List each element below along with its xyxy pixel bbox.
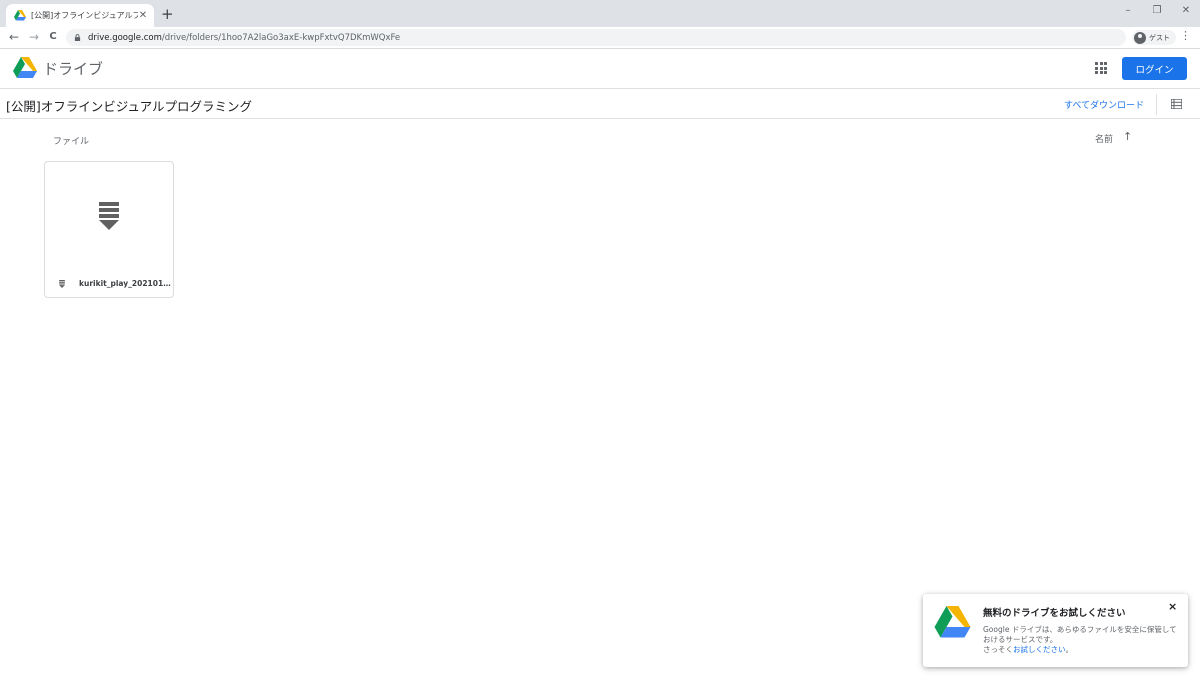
browser-tab[interactable]: [公開]オフラインビジュアルプログラミ ✕ [6,4,154,27]
address-bar[interactable]: drive.google.com/drive/folders/1hoo7A2la… [66,29,1126,46]
file-thumbnail [45,162,173,270]
list-view-icon[interactable] [1171,99,1182,109]
drive-header: ドライブ ログイン [0,50,1200,89]
folder-title: [公開]オフラインビジュアルプログラミング [6,99,253,114]
tab-title: [公開]オフラインビジュアルプログラミ [31,11,138,20]
files-section-label: ファイル [53,137,90,147]
download-all-link[interactable]: すべてダウンロード [1064,98,1144,111]
restore-icon[interactable]: ❐ [1148,5,1166,16]
browser-tab-strip: [公開]オフラインビジュアルプログラミ ✕ + – ❐ ✕ [0,0,1200,27]
lock-icon [74,34,81,41]
file-card[interactable]: kurikit_play_2021012... [44,161,174,298]
try-drive-promo: 無料のドライブをお試しください × Google ドライブは、あらゆるファイルを… [923,594,1188,667]
apps-grid-icon[interactable] [1095,62,1107,74]
folder-bar: [公開]オフラインビジュアルプログラミング すべてダウンロード [0,90,1200,119]
download-icon [99,202,119,230]
window-close-icon[interactable]: ✕ [1177,5,1195,16]
forward-icon[interactable]: → [27,29,41,45]
drive-logo-icon [13,57,37,78]
browser-menu-icon[interactable]: ⋮ [1180,29,1191,42]
file-name: kurikit_play_2021012... [79,279,173,288]
drive-favicon-icon [14,10,26,21]
file-type-download-icon [59,279,65,288]
profile-label: ゲスト [1149,33,1170,42]
promo-try-link[interactable]: お試しください [1013,645,1066,654]
new-tab-button[interactable]: + [161,5,174,23]
login-button[interactable]: ログイン [1122,57,1187,80]
promo-body: Google ドライブは、あらゆるファイルを安全に保管しておけるサービスです。 … [983,625,1178,655]
sort-by-name-button[interactable]: 名前 [1095,132,1113,145]
back-icon[interactable]: ← [7,29,21,45]
drive-logo-icon [934,606,971,638]
divider [1156,94,1157,115]
promo-close-icon[interactable]: × [1168,600,1177,613]
app-name: ドライブ [43,60,104,78]
promo-title: 無料のドライブをお試しください [983,608,1126,619]
promo-description: Google ドライブは、あらゆるファイルを安全に保管しておけるサービスです。 [983,625,1177,644]
url-host: drive.google.com [88,32,162,43]
promo-cta-prefix: さっそく [983,645,1013,654]
sort-arrow-up-icon[interactable]: ↑ [1123,130,1132,143]
url-path: /drive/folders/1hoo7A2laGo3axE-kwpFxtvQ7… [161,32,401,43]
file-card-footer: kurikit_play_2021012... [45,270,173,297]
guest-avatar-icon [1134,31,1146,44]
tab-close-icon[interactable]: ✕ [138,10,148,21]
promo-cta-suffix: 。 [1065,645,1074,654]
url-text: drive.google.com/drive/folders/1hoo7A2la… [88,33,400,43]
profile-button[interactable]: ゲスト [1132,30,1176,45]
browser-toolbar: ← → C drive.google.com/drive/folders/1ho… [0,27,1200,49]
reload-icon[interactable]: C [46,29,60,45]
minimize-icon[interactable]: – [1119,5,1137,16]
